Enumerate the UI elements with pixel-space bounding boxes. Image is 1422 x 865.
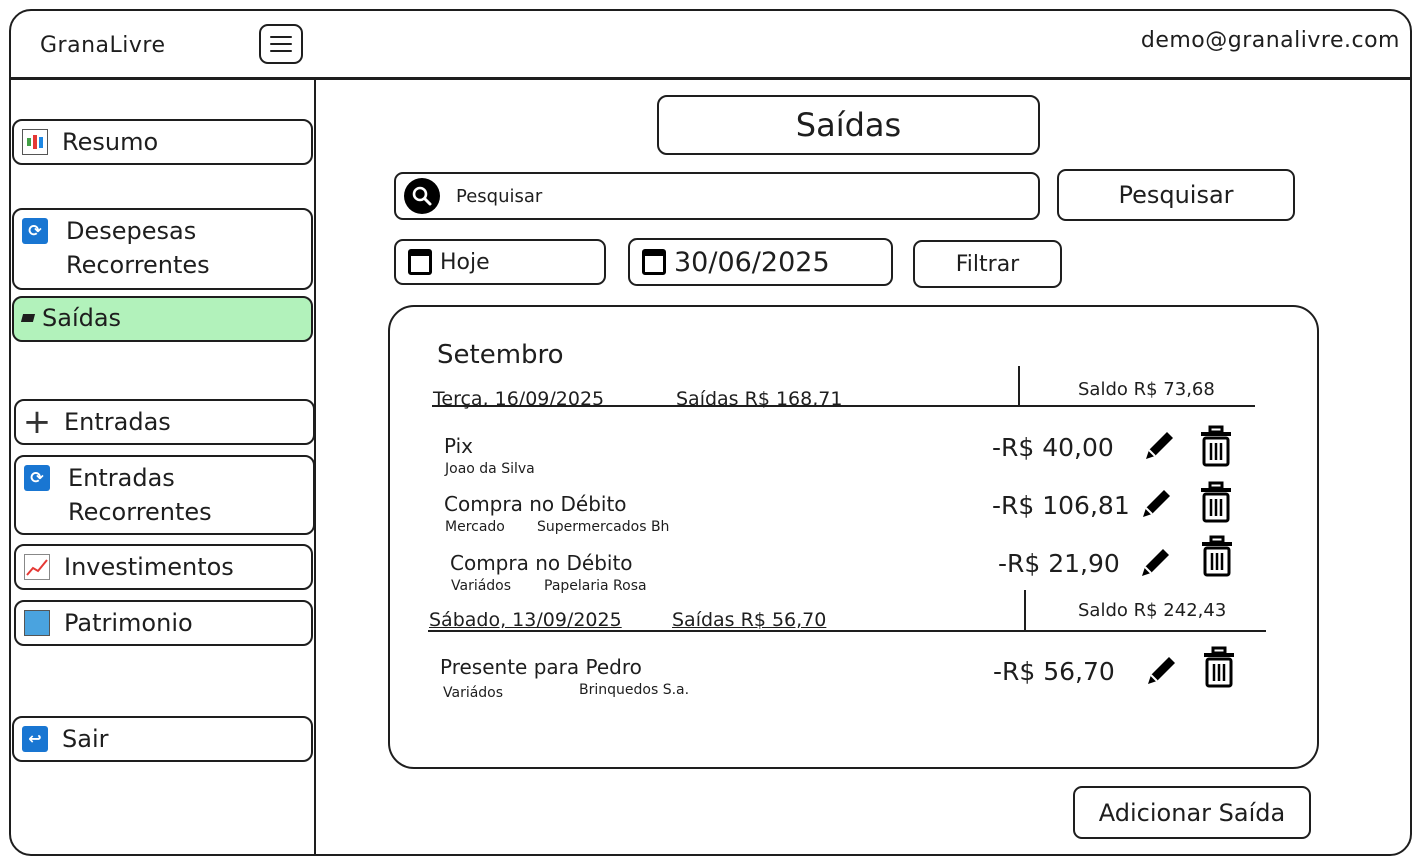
transaction-title: Compra no Débito bbox=[444, 492, 627, 516]
transaction-merchant: Brinquedos S.a. bbox=[579, 682, 690, 698]
transaction-category: Variádos bbox=[451, 578, 512, 594]
transaction-title: Presente para Pedro bbox=[440, 655, 642, 679]
sidebar-item-label: Entradas bbox=[64, 408, 171, 436]
end-date-field[interactable]: 30/06/2025 bbox=[628, 238, 893, 286]
bar-chart-icon bbox=[22, 129, 48, 155]
day-underline bbox=[428, 630, 1266, 632]
edit-button[interactable] bbox=[1141, 650, 1181, 692]
transaction-amount: -R$ 21,90 bbox=[998, 549, 1120, 578]
plus-icon: + bbox=[22, 402, 52, 442]
trash-icon bbox=[1202, 535, 1232, 577]
transaction-merchant: Supermercados Bh bbox=[537, 519, 670, 535]
month-title: Setembro bbox=[437, 340, 564, 370]
add-expense-button[interactable]: Adicionar Saída bbox=[1073, 786, 1311, 839]
transaction-title: Pix bbox=[444, 434, 474, 458]
sidebar-item-label: Sair bbox=[62, 725, 109, 753]
transaction-amount: -R$ 106,81 bbox=[992, 491, 1130, 520]
edit-button[interactable] bbox=[1136, 483, 1176, 525]
sidebar-item-label: Resumo bbox=[62, 128, 159, 156]
expense-icon bbox=[20, 305, 36, 331]
pencil-icon bbox=[1146, 432, 1173, 459]
sidebar-item-saidas[interactable]: Saídas bbox=[12, 296, 313, 342]
calendar-icon bbox=[408, 249, 432, 275]
hamburger-menu-button[interactable] bbox=[259, 24, 303, 64]
day-saldo: Saldo R$ 242,43 bbox=[1078, 600, 1227, 621]
sidebar-item-investimentos[interactable]: Investimentos bbox=[14, 544, 313, 590]
day-divider bbox=[1024, 590, 1026, 630]
start-date-value: Hoje bbox=[440, 249, 490, 275]
transaction-amount: -R$ 40,00 bbox=[992, 433, 1114, 462]
day-total-out: Saídas R$ 56,70 bbox=[672, 609, 827, 631]
delete-button[interactable] bbox=[1196, 425, 1236, 467]
filter-button[interactable]: Filtrar bbox=[913, 240, 1062, 288]
sidebar-item-sair[interactable]: ↩ Sair bbox=[12, 716, 313, 762]
transactions-card bbox=[388, 305, 1319, 769]
sidebar-item-label: Saídas bbox=[42, 304, 122, 332]
sidebar-item-label: Patrimonio bbox=[64, 609, 193, 637]
delete-button[interactable] bbox=[1196, 481, 1236, 523]
sidebar-item-label: Entradas Recorrentes bbox=[68, 464, 212, 526]
day-divider bbox=[1018, 366, 1020, 406]
user-email: demo@granalivre.com bbox=[1140, 28, 1400, 53]
transaction-category: Mercado bbox=[445, 519, 505, 535]
trend-chart-icon bbox=[24, 554, 50, 580]
pencil-icon bbox=[1148, 657, 1175, 684]
header-divider bbox=[10, 77, 1410, 80]
trash-icon bbox=[1201, 481, 1231, 523]
sidebar-item-label: Desepesas Recorrentes bbox=[66, 217, 210, 279]
delete-button[interactable] bbox=[1199, 646, 1239, 688]
trash-icon bbox=[1204, 646, 1234, 688]
app-title: GranaLivre bbox=[40, 33, 166, 58]
delete-button[interactable] bbox=[1197, 535, 1237, 577]
search-field[interactable] bbox=[394, 172, 1040, 220]
transaction-amount: -R$ 56,70 bbox=[993, 657, 1115, 686]
sidebar-item-patrimonio[interactable]: Patrimonio bbox=[14, 600, 313, 646]
end-date-value: 30/06/2025 bbox=[674, 246, 830, 278]
sidebar-item-label: Investimentos bbox=[64, 553, 234, 581]
calendar-icon bbox=[642, 249, 666, 275]
search-button[interactable]: Pesquisar bbox=[1057, 169, 1295, 221]
edit-button[interactable] bbox=[1135, 542, 1175, 584]
start-date-field[interactable]: Hoje bbox=[394, 239, 606, 285]
day-underline bbox=[432, 405, 1255, 407]
sidebar-item-entradas-recorrentes[interactable]: ⟳ Entradas Recorrentes bbox=[14, 455, 315, 535]
pencil-icon bbox=[1143, 490, 1170, 517]
building-icon bbox=[24, 610, 50, 636]
trash-icon bbox=[1201, 425, 1231, 467]
recurring-icon: ⟳ bbox=[22, 218, 48, 244]
search-icon bbox=[404, 178, 440, 214]
transaction-category: Joao da Silva bbox=[445, 461, 535, 477]
recurring-icon: ⟳ bbox=[24, 465, 50, 491]
edit-button[interactable] bbox=[1139, 425, 1179, 467]
sidebar-item-entradas[interactable]: + Entradas bbox=[14, 399, 315, 445]
day-date: Sábado, 13/09/2025 bbox=[429, 609, 622, 631]
exit-icon: ↩ bbox=[22, 726, 48, 752]
page-title: Saídas bbox=[657, 95, 1040, 155]
pencil-icon bbox=[1142, 549, 1169, 576]
transaction-title: Compra no Débito bbox=[450, 551, 633, 575]
menu-icon bbox=[270, 36, 292, 38]
search-input[interactable] bbox=[456, 185, 1016, 207]
transaction-category: Variádos bbox=[443, 685, 504, 701]
day-saldo: Saldo R$ 73,68 bbox=[1078, 379, 1215, 400]
transaction-merchant: Papelaria Rosa bbox=[544, 578, 647, 594]
sidebar-item-despesas-recorrentes[interactable]: ⟳ Desepesas Recorrentes bbox=[12, 208, 313, 290]
sidebar-item-resumo[interactable]: Resumo bbox=[12, 119, 313, 165]
